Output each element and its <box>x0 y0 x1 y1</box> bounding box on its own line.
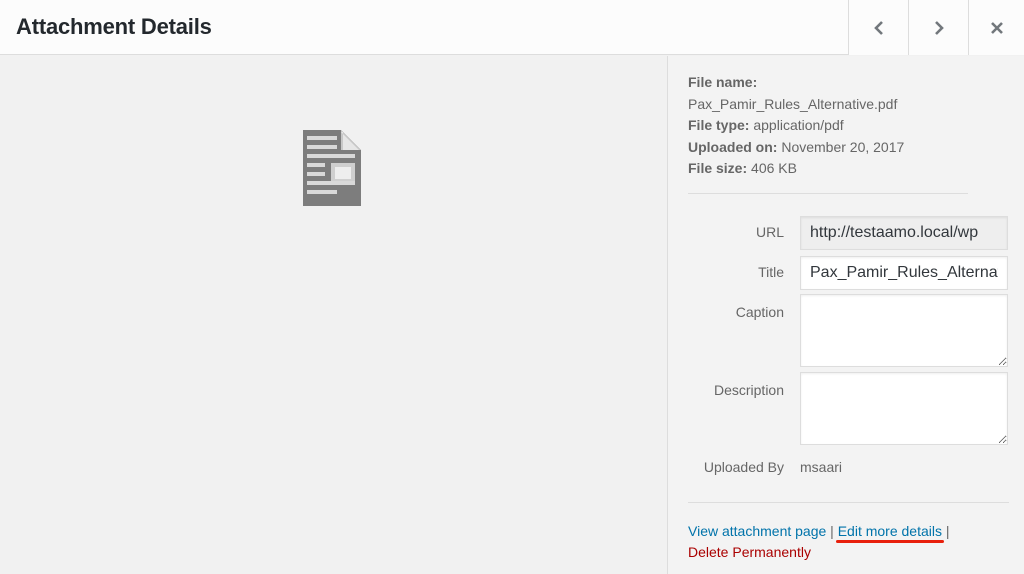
divider <box>688 193 968 194</box>
previous-button[interactable] <box>848 0 908 55</box>
uploaded-on-row: Uploaded on: November 20, 2017 <box>688 137 968 159</box>
title-input[interactable] <box>800 256 1008 290</box>
file-size-label: File size: <box>688 160 748 176</box>
uploaded-on-value: November 20, 2017 <box>781 138 905 155</box>
file-name-value: Pax_Pamir_Rules_Alternative.pdf <box>688 95 898 112</box>
chevron-right-icon <box>934 20 944 35</box>
file-type-row: File type: application/pdf <box>688 115 968 137</box>
delete-permanently-link[interactable]: Delete Permanently <box>688 544 811 560</box>
uploaded-by-value: msaari <box>800 459 843 475</box>
page-title: Attachment Details <box>16 14 212 39</box>
attachment-sidebar: File name: Pax_Pamir_Rules_Alternative.p… <box>667 56 1024 574</box>
next-button[interactable] <box>908 0 968 55</box>
separator: | <box>945 523 950 539</box>
file-size-row: File size: 406 KB <box>688 158 968 180</box>
file-name-label: File name: <box>688 74 758 90</box>
attachment-actions: View attachment page | Edit more details… <box>688 521 988 563</box>
uploaded-by-label: Uploaded By <box>703 459 784 475</box>
close-button[interactable] <box>968 0 1024 55</box>
file-info: File name: Pax_Pamir_Rules_Alternative.p… <box>688 72 968 180</box>
caption-label: Caption <box>735 304 784 320</box>
close-icon <box>990 21 1003 34</box>
description-label: Description <box>713 382 784 398</box>
url-label: URL <box>755 224 784 240</box>
divider <box>688 502 1009 503</box>
caption-textarea[interactable] <box>800 294 1008 367</box>
file-type-label: File type: <box>688 117 750 133</box>
file-name-row: File name: <box>688 72 968 94</box>
attachment-preview <box>0 56 667 574</box>
view-attachment-page-link[interactable]: View attachment page <box>688 523 826 539</box>
title-label: Title <box>758 264 784 280</box>
modal-header: Attachment Details <box>0 0 1024 55</box>
chevron-left-icon <box>873 20 883 35</box>
description-textarea[interactable] <box>800 372 1008 445</box>
document-icon <box>303 130 361 206</box>
url-input[interactable] <box>800 216 1008 250</box>
separator: | <box>830 523 834 539</box>
uploaded-on-label: Uploaded on: <box>688 138 778 155</box>
attachment-details-modal: Attachment Details File name: Pax_Pamir_… <box>0 0 1024 574</box>
edit-more-details-link[interactable]: Edit more details <box>838 523 942 539</box>
file-type-value: application/pdf <box>753 117 844 133</box>
file-size-value: 406 KB <box>751 160 797 176</box>
